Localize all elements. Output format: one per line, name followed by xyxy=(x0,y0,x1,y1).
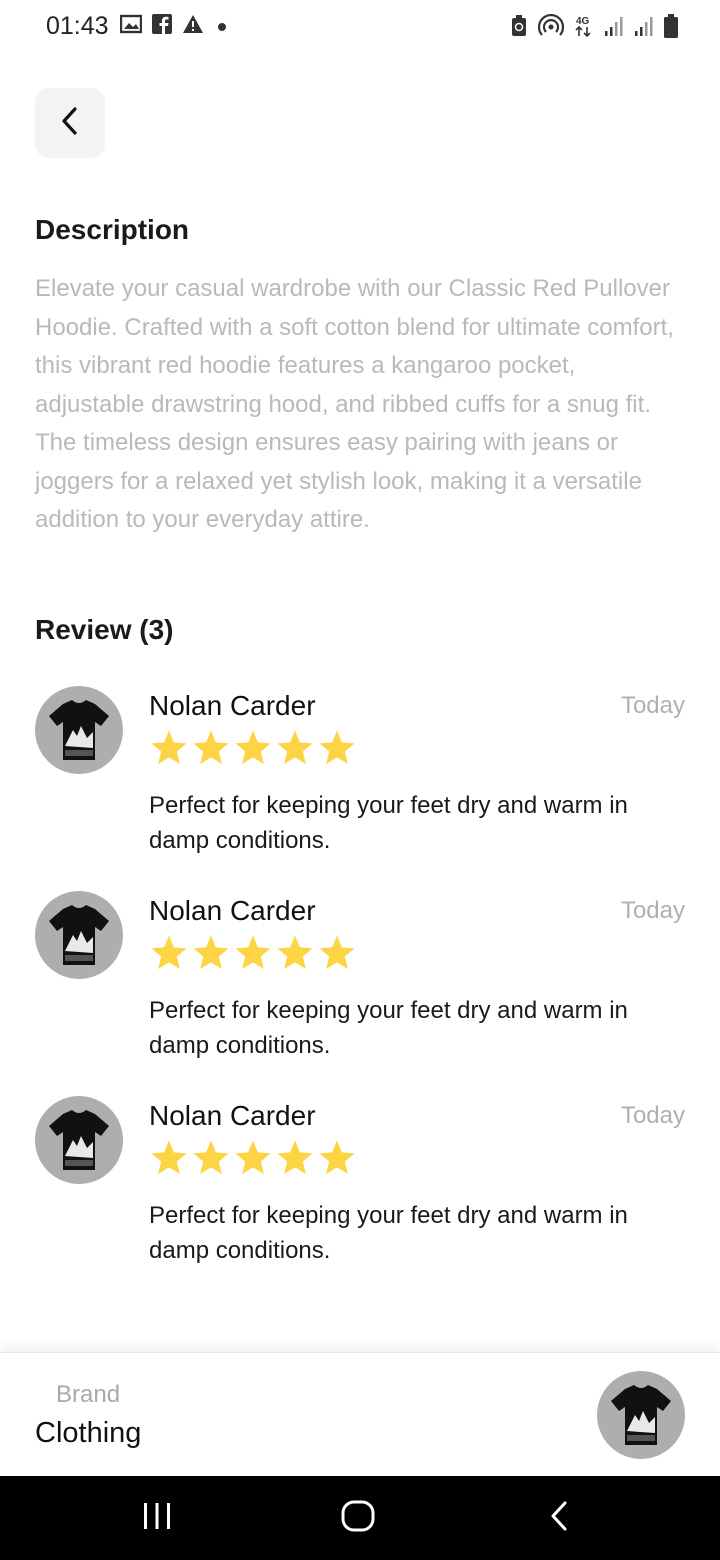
review-title: Review (3) xyxy=(35,614,174,645)
reviewer-avatar xyxy=(35,686,123,774)
description-title: Description xyxy=(35,214,190,245)
review-text: Perfect for keeping your feet dry and wa… xyxy=(149,997,628,1059)
svg-text:4G: 4G xyxy=(576,16,590,27)
star-icon xyxy=(277,730,313,764)
status-time: 01:43 xyxy=(46,12,109,40)
hotspot-icon xyxy=(537,13,565,43)
reviewer-name: Nolan Carder xyxy=(149,690,316,721)
review-date: Today xyxy=(620,1102,685,1129)
recent-apps-button[interactable] xyxy=(137,1498,177,1538)
recent-apps-icon xyxy=(141,1501,173,1536)
star-icon xyxy=(193,730,229,764)
battery-icon xyxy=(664,14,678,43)
star-icon xyxy=(235,730,271,764)
review-item: Nolan Carder Today Perfect for keeping y… xyxy=(35,1096,685,1301)
signal-icon xyxy=(634,15,654,42)
star-icon xyxy=(319,730,355,764)
star-icon xyxy=(277,935,313,969)
home-icon xyxy=(340,1499,376,1538)
review-item: Nolan Carder Today Perfect for keeping y… xyxy=(35,891,685,1096)
description-text: Elevate your casual wardrobe with our Cl… xyxy=(35,275,674,533)
star-icon xyxy=(193,1140,229,1174)
reviewer-avatar xyxy=(35,891,123,979)
star-icon xyxy=(235,935,271,969)
status-bar: 01:43 4G xyxy=(0,0,720,56)
chevron-left-icon xyxy=(57,104,83,143)
review-text: Perfect for keeping your feet dry and wa… xyxy=(149,792,628,854)
review-list: Nolan Carder Today Perfect for keeping y… xyxy=(35,686,685,1301)
star-rating xyxy=(149,728,357,768)
star-icon xyxy=(193,935,229,969)
4g-icon: 4G xyxy=(574,14,594,43)
warning-icon xyxy=(182,14,204,39)
bottom-bar: Brand Clothing xyxy=(0,1352,720,1477)
back-button[interactable] xyxy=(35,88,105,158)
battery-saver-icon xyxy=(510,15,528,42)
star-icon xyxy=(319,935,355,969)
dot-icon xyxy=(218,22,226,31)
star-rating xyxy=(149,933,357,973)
signal-icon xyxy=(604,15,624,42)
star-icon xyxy=(151,935,187,969)
gallery-icon xyxy=(119,14,143,39)
brand-value: Clothing xyxy=(35,1417,142,1449)
facebook-icon xyxy=(152,14,172,39)
reviewer-avatar xyxy=(35,1096,123,1184)
star-icon xyxy=(235,1140,271,1174)
home-button[interactable] xyxy=(338,1498,378,1538)
star-icon xyxy=(277,1140,313,1174)
product-thumbnail[interactable] xyxy=(597,1371,685,1459)
review-text: Perfect for keeping your feet dry and wa… xyxy=(149,1202,628,1264)
star-icon xyxy=(151,730,187,764)
star-rating xyxy=(149,1138,357,1178)
status-right-icons: 4G xyxy=(510,13,678,43)
back-icon xyxy=(548,1499,572,1538)
review-date: Today xyxy=(620,692,685,719)
star-icon xyxy=(151,1140,187,1174)
product-detail-screen: 01:43 4G Description Elevate your casual… xyxy=(0,0,720,1560)
review-item: Nolan Carder Today Perfect for keeping y… xyxy=(35,686,685,891)
review-date: Today xyxy=(620,897,685,924)
status-left-icons xyxy=(119,14,226,39)
star-icon xyxy=(319,1140,355,1174)
brand-label: Brand xyxy=(56,1381,121,1408)
reviewer-name: Nolan Carder xyxy=(149,895,316,926)
system-back-button[interactable] xyxy=(540,1498,580,1538)
system-nav-bar xyxy=(0,1476,720,1560)
reviewer-name: Nolan Carder xyxy=(149,1100,316,1131)
